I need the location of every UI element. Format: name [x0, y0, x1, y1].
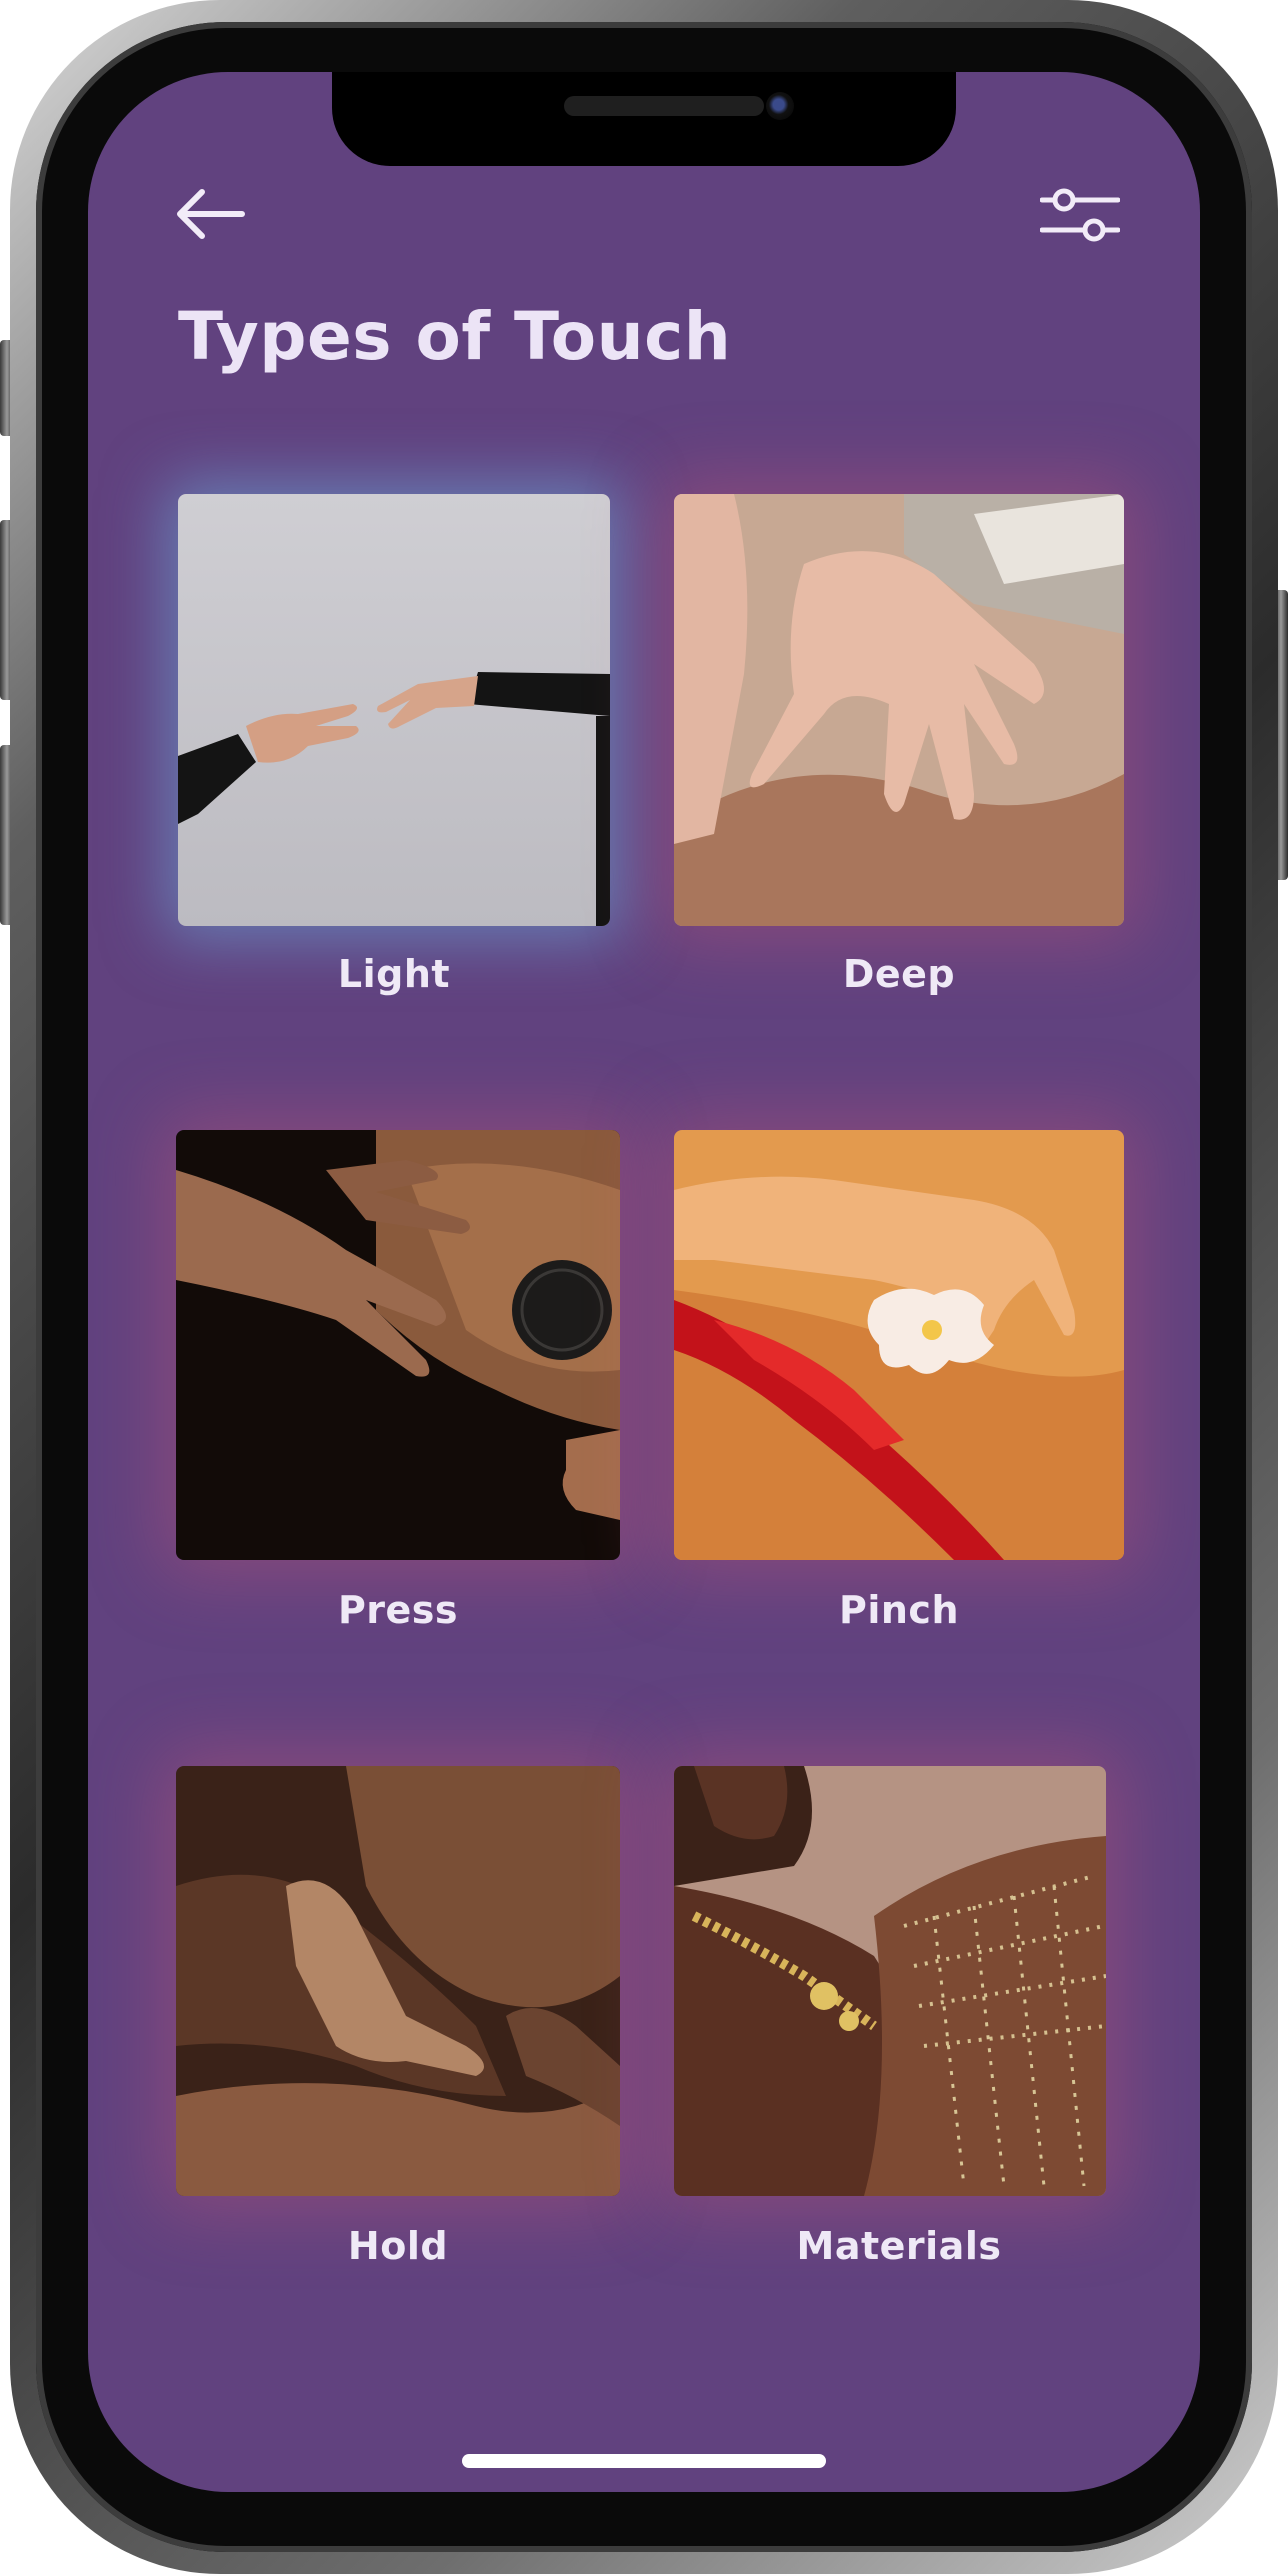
touch-card-label: Pinch [838, 1588, 959, 1632]
touch-card-label: Deep [842, 952, 956, 996]
back-button[interactable] [172, 184, 248, 244]
arrow-left-icon [177, 189, 245, 239]
touch-card-pinch[interactable]: Pinch [674, 1130, 1124, 1730]
touch-card-label: Press [337, 1588, 459, 1632]
sliders-icon [1039, 188, 1121, 242]
touch-card-light[interactable]: Light [178, 494, 610, 1094]
speaker-grille [564, 96, 764, 116]
press-touch-image [176, 1130, 620, 1560]
touch-card-hold[interactable]: Hold [176, 1766, 620, 2366]
page-title: Types of Touch [178, 298, 732, 375]
app-screen: Types of Touch Light Deep Press Pinch Ho… [88, 72, 1200, 2492]
pinch-touch-image [674, 1130, 1124, 1560]
phone-notch [332, 72, 956, 166]
hold-touch-image [176, 1766, 620, 2196]
materials-image [674, 1766, 1106, 2196]
home-indicator[interactable] [462, 2454, 826, 2468]
touch-card-label: Hold [347, 2224, 449, 2268]
deep-touch-image [674, 494, 1124, 926]
filter-button[interactable] [1039, 180, 1121, 250]
light-touch-image [178, 494, 610, 926]
touch-card-label: Light [337, 952, 451, 996]
touch-card-label: Materials [796, 2224, 1002, 2268]
touch-card-press[interactable]: Press [176, 1130, 620, 1730]
touch-card-materials[interactable]: Materials [674, 1766, 1124, 2366]
touch-card-deep[interactable]: Deep [674, 494, 1124, 1094]
front-camera [766, 92, 794, 120]
